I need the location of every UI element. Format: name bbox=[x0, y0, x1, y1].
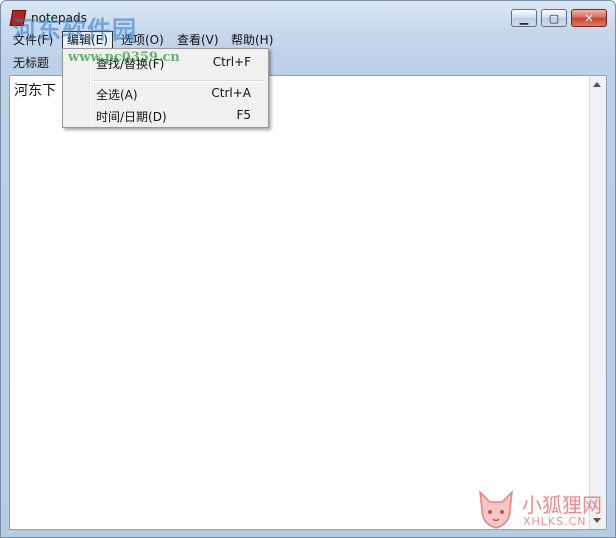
select-all-label: 全选(A) bbox=[96, 88, 138, 102]
vertical-scrollbar[interactable] bbox=[589, 76, 606, 529]
watermark-site-url: www.pc0359.cn bbox=[68, 50, 180, 65]
minimize-button[interactable]: ▁ bbox=[511, 9, 537, 27]
text-editor[interactable]: 河东下 bbox=[9, 75, 607, 530]
select-all-shortcut: Ctrl+A bbox=[211, 86, 251, 100]
find-replace-shortcut: Ctrl+F bbox=[212, 55, 251, 69]
watermark-brand-url: XHLKS.CN bbox=[523, 515, 587, 528]
minimize-icon: ▁ bbox=[519, 11, 529, 25]
menu-view[interactable]: 查看(V) bbox=[173, 31, 223, 49]
watermark-site-name: 河东软件园 bbox=[12, 15, 137, 44]
close-icon: ✕ bbox=[584, 11, 594, 25]
tab-untitled[interactable]: 无标题 bbox=[13, 54, 49, 71]
fox-logo-icon bbox=[479, 489, 513, 529]
scroll-down-icon[interactable] bbox=[593, 518, 601, 523]
editor-content[interactable]: 河东下 bbox=[14, 80, 56, 100]
menu-item-select-all[interactable]: 全选(A) Ctrl+A bbox=[64, 82, 267, 104]
close-button[interactable]: ✕ bbox=[571, 9, 607, 27]
time-date-shortcut: F5 bbox=[236, 108, 251, 122]
watermark-brand-name: 小狐狸网 bbox=[522, 493, 602, 517]
scroll-up-icon[interactable] bbox=[593, 82, 601, 87]
time-date-label: 时间/日期(D) bbox=[96, 110, 167, 124]
menu-help[interactable]: 帮助(H) bbox=[227, 31, 277, 49]
maximize-button[interactable]: ▢ bbox=[541, 9, 567, 27]
maximize-icon: ▢ bbox=[548, 11, 560, 25]
menu-item-time-date[interactable]: 时间/日期(D) F5 bbox=[64, 104, 267, 126]
